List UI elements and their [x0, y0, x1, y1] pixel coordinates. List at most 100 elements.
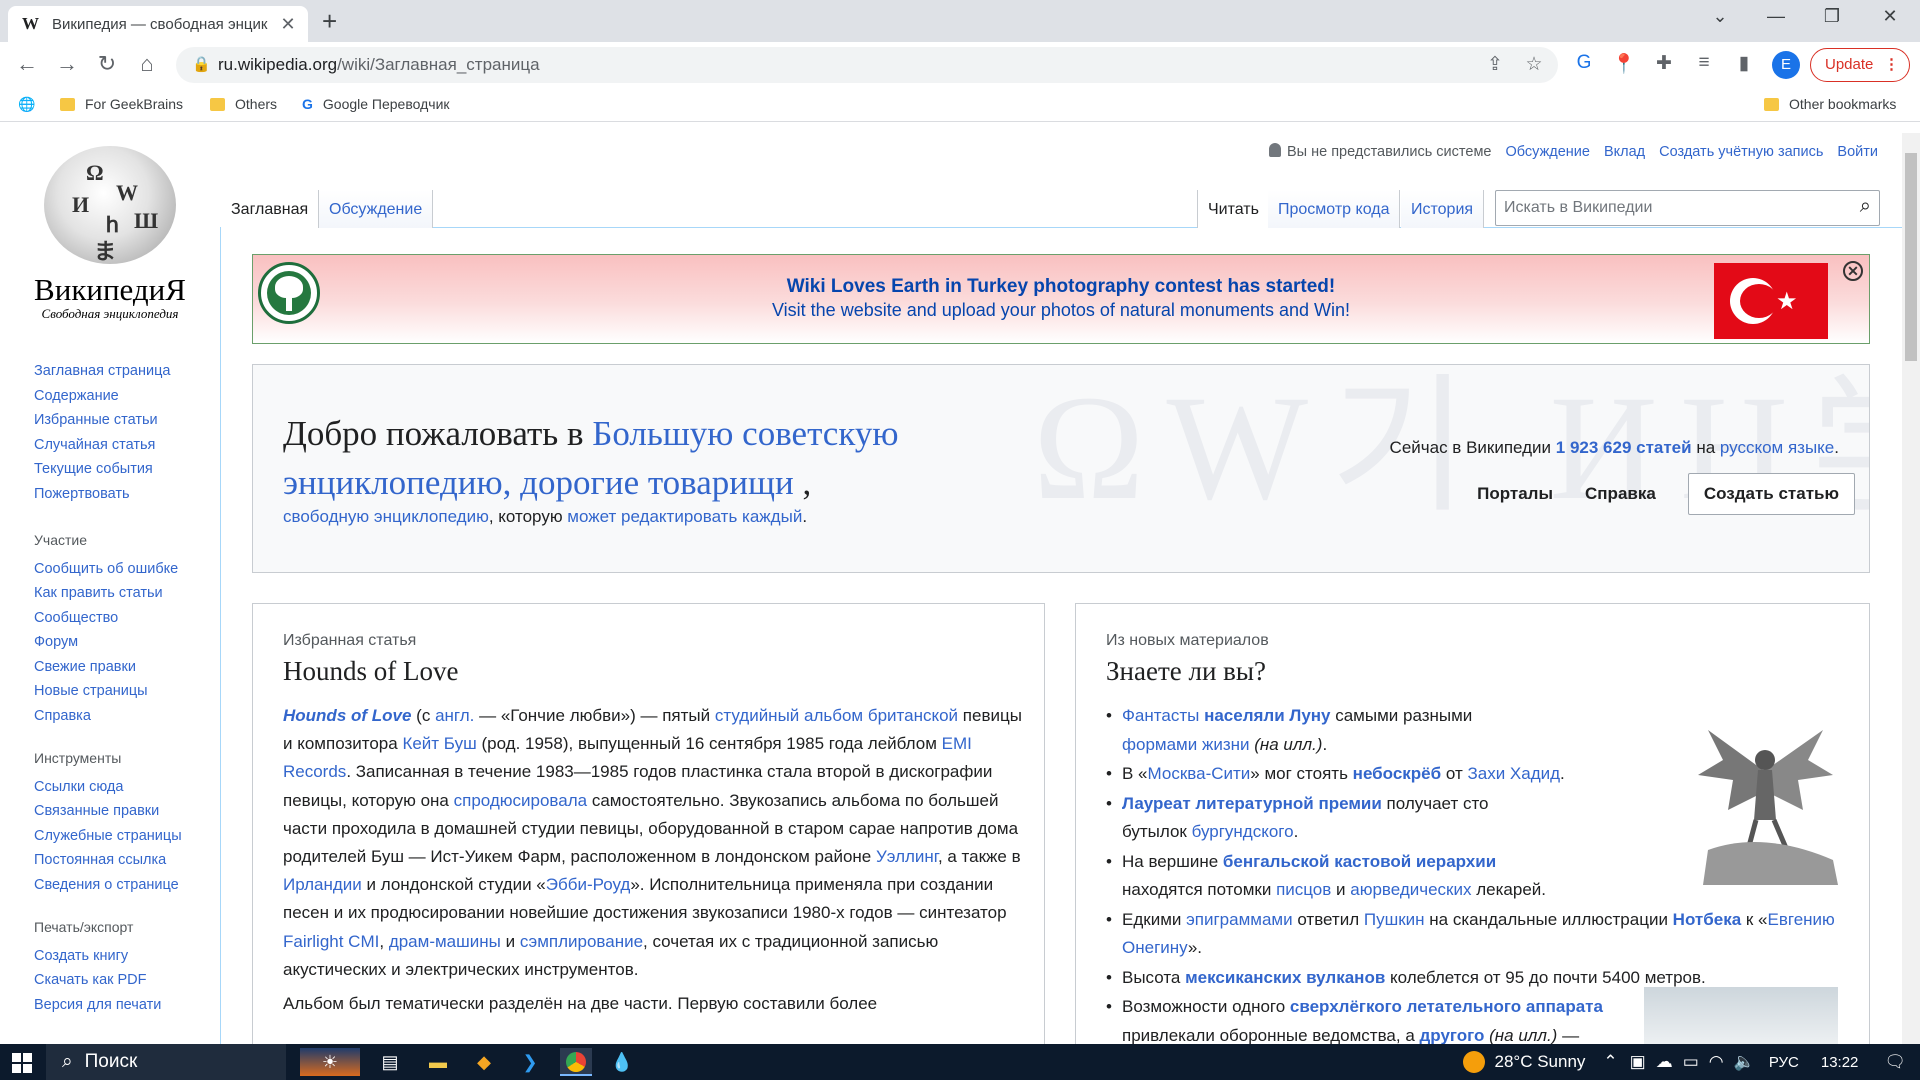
tab-search-chevron-icon[interactable]: ⌄: [1700, 6, 1740, 27]
sidebar-item-create-book[interactable]: Создать книгу: [34, 944, 161, 969]
vscode-icon[interactable]: ❯: [514, 1048, 546, 1076]
task-view-icon[interactable]: ▤: [374, 1048, 406, 1076]
banner-subline[interactable]: Visit the website and upload your photos…: [253, 300, 1869, 321]
tab-read[interactable]: Читать: [1197, 190, 1270, 228]
sidebar-item-random[interactable]: Случайная статья: [34, 433, 170, 458]
restore-button[interactable]: ❐: [1812, 6, 1852, 27]
inline-link[interactable]: Эбби-Роуд: [546, 875, 631, 894]
inline-link[interactable]: Лауреат литературной премии: [1122, 794, 1382, 813]
inline-link[interactable]: Фантасты: [1122, 706, 1199, 725]
volume-icon[interactable]: 🔈: [1734, 1052, 1755, 1072]
file-explorer-icon[interactable]: ▬: [422, 1048, 454, 1076]
bookmark-google-translate[interactable]: G Google Переводчик: [302, 96, 450, 112]
sidebar-item-contents[interactable]: Содержание: [34, 384, 170, 409]
app-diamond-icon[interactable]: ◆: [468, 1048, 500, 1076]
wifi-icon[interactable]: ◠: [1709, 1052, 1724, 1072]
sidebar-item-forum[interactable]: Форум: [34, 630, 178, 655]
inline-link[interactable]: сэмплирование: [520, 932, 643, 951]
sidebar-item-main-page[interactable]: Заглавная страница: [34, 359, 170, 384]
inline-link[interactable]: сверхлёгкого летательного аппарата: [1290, 997, 1603, 1016]
inline-link[interactable]: Кейт Буш: [402, 734, 476, 753]
inline-link[interactable]: небоскрёб: [1353, 764, 1441, 783]
inline-link[interactable]: бургундского: [1192, 822, 1294, 841]
sidebar-item-related-changes[interactable]: Связанные правки: [34, 799, 182, 824]
sidebar-item-donate[interactable]: Пожертвовать: [34, 482, 170, 507]
address-bar[interactable]: 🔒 ru.wikipedia.org/wiki/Заглавная_страни…: [176, 47, 1558, 83]
russian-language-link[interactable]: русском языке: [1720, 438, 1834, 457]
tray-app-icon[interactable]: ▣: [1630, 1052, 1646, 1072]
sidebar-item-help[interactable]: Справка: [34, 704, 178, 729]
bookmark-star-icon[interactable]: ☆: [1521, 53, 1547, 76]
wikipedia-logo[interactable]: ΩWИ𐌷Шま ВикипедиЯ Свободная энциклопедия: [28, 146, 192, 322]
scrollbar-thumb[interactable]: [1905, 153, 1917, 361]
news-widget-icon[interactable]: ☀: [300, 1048, 360, 1076]
taskbar-search[interactable]: ⌕ Поиск: [46, 1044, 286, 1080]
browser-tab-active[interactable]: W Википедия — свободная энцик ✕: [8, 6, 308, 42]
notifications-icon[interactable]: 🗨: [1884, 1052, 1906, 1072]
tray-chevron-icon[interactable]: ⌃: [1603, 1052, 1617, 1072]
inline-link[interactable]: аюрведических: [1350, 880, 1471, 899]
inline-link[interactable]: бенгальской кастовой иерархии: [1223, 852, 1496, 871]
apps-globe-icon[interactable]: 🌐: [18, 96, 35, 113]
inline-link[interactable]: драм-машины: [389, 932, 501, 951]
sidebar-item-report-error[interactable]: Сообщить об ошибке: [34, 557, 178, 582]
search-icon[interactable]: ⌕: [1860, 195, 1871, 218]
chrome-icon[interactable]: [560, 1048, 592, 1076]
inline-link[interactable]: формами жизни: [1122, 735, 1250, 754]
inline-link[interactable]: населяли Луну: [1204, 706, 1330, 725]
close-tab-icon[interactable]: ✕: [278, 14, 298, 35]
banner-headline[interactable]: Wiki Loves Earth in Turkey photography c…: [253, 276, 1869, 298]
extensions-puzzle-icon[interactable]: ✚: [1651, 52, 1677, 75]
inline-link[interactable]: студийный альбом британской: [715, 706, 958, 725]
sidebar-item-permanent-link[interactable]: Постоянная ссылка: [34, 848, 182, 873]
cloud-icon[interactable]: ☁: [1656, 1052, 1673, 1072]
tab-discussion[interactable]: Обсуждение: [319, 190, 434, 228]
translate-extension-icon[interactable]: G: [1571, 52, 1597, 74]
reload-icon[interactable]: ↻: [92, 51, 122, 77]
inline-link[interactable]: спродюсировала: [454, 791, 588, 810]
back-arrow-icon[interactable]: ←: [12, 51, 42, 77]
profile-avatar[interactable]: E: [1772, 51, 1800, 79]
inline-link[interactable]: Нотбека: [1673, 910, 1741, 929]
anyone-can-edit-link[interactable]: может редактировать каждый: [567, 507, 802, 526]
contributions-link[interactable]: Вклад: [1604, 144, 1645, 160]
inline-link[interactable]: Ирландии: [283, 875, 362, 894]
inline-link[interactable]: писцов: [1276, 880, 1331, 899]
sidebar-item-page-info[interactable]: Сведения о странице: [34, 873, 182, 898]
stat-count-link[interactable]: 1 923 629 статей: [1556, 438, 1692, 457]
bookmark-others[interactable]: Others: [210, 96, 277, 112]
sidebar-item-featured[interactable]: Избранные статьи: [34, 408, 170, 433]
sidebar-item-community[interactable]: Сообщество: [34, 606, 178, 631]
share-icon[interactable]: ⇪: [1482, 53, 1508, 76]
sidebar-item-what-links-here[interactable]: Ссылки сюда: [34, 775, 182, 800]
login-link[interactable]: Войти: [1837, 144, 1878, 160]
clock[interactable]: 13:22: [1821, 1054, 1859, 1071]
tab-main-page[interactable]: Заглавная: [221, 190, 320, 228]
weather-sun-icon[interactable]: [1462, 1051, 1485, 1073]
sidebar-item-download-pdf[interactable]: Скачать как PDF: [34, 968, 161, 993]
side-panel-icon[interactable]: ▮: [1731, 52, 1757, 75]
inline-link[interactable]: мексиканских вулканов: [1185, 968, 1385, 987]
app-drop-icon[interactable]: 💧: [606, 1048, 638, 1076]
central-notice-banner[interactable]: Wiki Loves Earth in Turkey photography c…: [252, 254, 1870, 344]
search-input[interactable]: Искать в Википедии ⌕: [1495, 190, 1880, 226]
battery-icon[interactable]: ▭: [1683, 1052, 1699, 1072]
inline-link[interactable]: Fairlight CMI: [283, 932, 379, 951]
inline-link[interactable]: эпиграммами: [1186, 910, 1293, 929]
windows-start-icon[interactable]: [12, 1053, 32, 1073]
sidebar-item-new-pages[interactable]: Новые страницы: [34, 679, 178, 704]
sidebar-item-print-version[interactable]: Версия для печати: [34, 993, 161, 1018]
sidebar-item-current-events[interactable]: Текущие события: [34, 457, 170, 482]
free-encyclopedia-link[interactable]: свободную энциклопедию: [283, 507, 489, 526]
sidebar-item-special-pages[interactable]: Служебные страницы: [34, 824, 182, 849]
portals-link[interactable]: Порталы: [1477, 484, 1553, 504]
inline-link[interactable]: англ.: [435, 706, 474, 725]
home-icon[interactable]: ⌂: [132, 51, 162, 77]
help-link[interactable]: Справка: [1585, 484, 1656, 504]
pin-extension-icon[interactable]: 📍: [1611, 52, 1637, 76]
featured-title-link[interactable]: Hounds of Love: [283, 706, 411, 725]
create-account-link[interactable]: Создать учётную запись: [1659, 144, 1823, 160]
create-article-button[interactable]: Создать статью: [1687, 473, 1855, 515]
inline-link[interactable]: Захи Хадид: [1467, 764, 1560, 783]
sidebar-item-recent-changes[interactable]: Свежие правки: [34, 655, 178, 680]
